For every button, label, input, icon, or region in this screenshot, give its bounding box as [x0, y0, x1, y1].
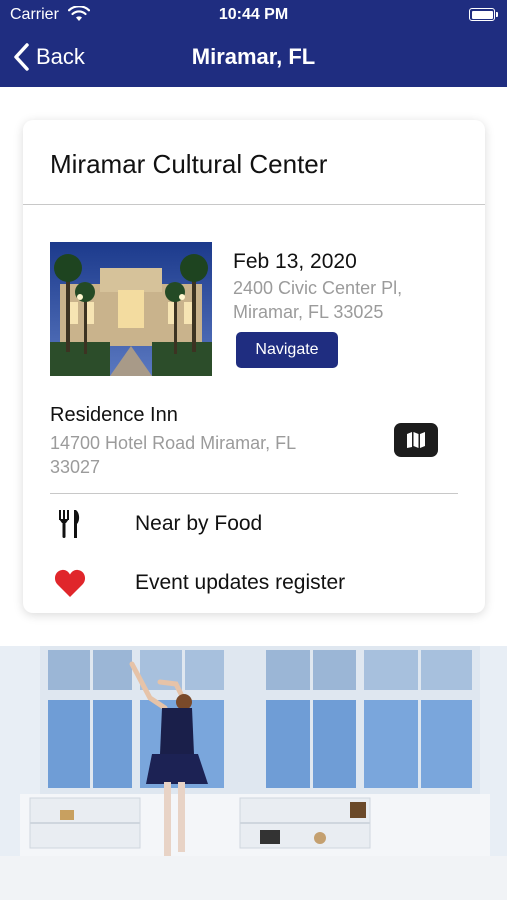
event-card: Miramar Cultural Center Feb 13, 2020 240…	[23, 120, 485, 613]
heart-icon	[50, 565, 90, 601]
fork-knife-icon	[50, 506, 90, 542]
page-title: Miramar, FL	[191, 44, 316, 69]
near-by-food-row[interactable]: Near by Food	[50, 504, 458, 544]
event-updates-row[interactable]: Event updates register	[50, 563, 458, 603]
venue-title: Miramar Cultural Center	[50, 149, 328, 179]
hotel-address-line2: 33027	[50, 457, 101, 477]
event-address-line1: 2400 Civic Center Pl,	[233, 278, 403, 298]
hotel-map-button[interactable]	[394, 423, 438, 457]
navigate-button[interactable]: Navigate	[236, 332, 338, 368]
map-icon	[407, 432, 425, 448]
event-updates-label: Event updates register	[135, 571, 346, 594]
divider	[50, 493, 458, 494]
hotel-name: Residence Inn	[50, 404, 178, 426]
hotel-address-line1: 14700 Hotel Road Miramar, FL	[50, 433, 297, 453]
divider	[23, 204, 485, 205]
event-address-line2: Miramar, FL 33025	[233, 302, 384, 322]
near-by-food-label: Near by Food	[135, 512, 263, 535]
event-date: Feb 13, 2020	[233, 250, 357, 273]
venue-photo	[50, 242, 212, 376]
battery-icon	[469, 8, 498, 21]
status-bar: Carrier 10:44 PM	[0, 0, 507, 30]
clock-time: 10:44 PM	[218, 6, 289, 23]
ballet-dancer-image	[0, 646, 507, 900]
navigation-bar: Back Miramar, FL	[0, 30, 507, 87]
